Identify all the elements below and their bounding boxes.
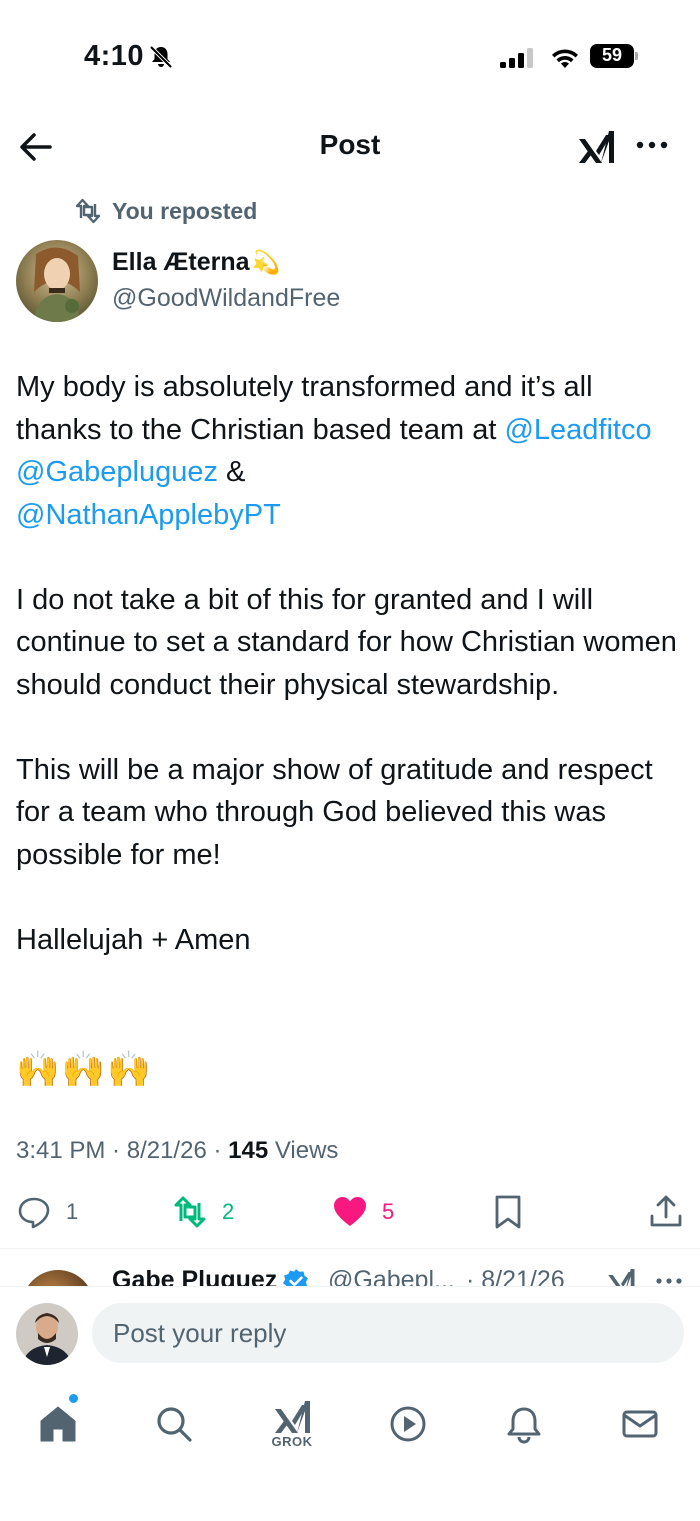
views-count: 145 [228, 1137, 269, 1164]
repost-button[interactable]: 2 [172, 1194, 234, 1230]
reply-author-name[interactable]: Gabe Pluguez [112, 1266, 309, 1286]
bookmark-button[interactable] [490, 1194, 526, 1230]
more-options-icon[interactable] [654, 1276, 684, 1286]
mail-icon [622, 1410, 658, 1438]
repost-label: You reposted [112, 197, 258, 224]
post-actions: 1 2 5 [0, 1190, 700, 1236]
mention-leadfitco[interactable]: @Leadfitco [504, 414, 651, 446]
ampersand: & [226, 456, 246, 488]
post-meta: 3:41 PM · 8/21/26 · 145 Views [16, 1137, 339, 1164]
grok-icon[interactable] [606, 1266, 636, 1286]
author-name[interactable]: Ella Æterna 💫 [112, 248, 280, 277]
reply-composer [0, 1286, 700, 1374]
reply-author-avatar[interactable] [22, 1270, 94, 1286]
author-handle[interactable]: @GoodWildandFree [112, 284, 340, 313]
reply-button[interactable]: 1 [16, 1194, 78, 1230]
battery-indicator: 59 [590, 44, 638, 70]
post-emoji-row: 🙌 🙌 🙌 [16, 1050, 151, 1090]
divider [0, 1248, 700, 1249]
reply-author-name-text: Gabe Pluguez [112, 1266, 278, 1286]
author-name-text: Ella Æterna [112, 248, 250, 276]
battery-level: 59 [601, 45, 623, 65]
reply-count: 1 [66, 1199, 79, 1224]
status-time: 4:10 [84, 40, 145, 72]
reply-preview[interactable]: Gabe Pluguez @Gabepl... · 8/21/26 [0, 1252, 700, 1286]
post-time: 3:41 PM [16, 1137, 106, 1164]
verified-badge-icon [283, 1268, 309, 1286]
grok-icon [275, 1401, 310, 1433]
play-icon [390, 1406, 426, 1442]
more-options-icon[interactable] [634, 131, 670, 159]
raising-hands-emoji: 🙌 [16, 1050, 60, 1089]
post-paragraph-2: I do not take a bit of this for granted … [16, 583, 677, 701]
cellular-signal-icon [500, 48, 533, 68]
reply-preview-content: Gabe Pluguez @Gabepl... · 8/21/26 [0, 1266, 700, 1286]
reply-date: · 8/21/26 [466, 1266, 565, 1286]
author-avatar[interactable] [16, 240, 98, 322]
mention-gabepluguez[interactable]: @Gabepluguez [16, 456, 218, 488]
grok-tab-label: GROK [271, 1434, 313, 1449]
share-icon [650, 1195, 682, 1227]
notification-dot [68, 1393, 79, 1404]
wifi-icon [552, 49, 578, 68]
tab-video[interactable] [378, 1394, 438, 1454]
tab-messages[interactable] [610, 1394, 670, 1454]
back-arrow-icon[interactable] [16, 129, 56, 165]
current-user-avatar[interactable] [16, 1303, 78, 1365]
post-paragraph-4: Hallelujah + Amen [16, 923, 251, 956]
status-bar: 4:10 59 [0, 0, 700, 110]
battery-cap [635, 52, 638, 60]
home-icon [40, 1406, 76, 1442]
mention-nathanapplebypt[interactable]: @NathanApplebyPT [16, 499, 281, 531]
bottom-tab-bar: GROK [0, 1374, 700, 1521]
bookmark-icon [495, 1195, 521, 1229]
post-paragraph-3: This will be a major show of gratitude a… [16, 753, 653, 871]
repost-count: 2 [222, 1199, 235, 1224]
post-date: 8/21/26 [126, 1137, 207, 1164]
like-button[interactable]: 5 [332, 1194, 394, 1230]
post-text: My body is absolutely transformed and it… [16, 366, 684, 1004]
repost-icon [75, 198, 101, 224]
heart-icon [334, 1197, 366, 1226]
raising-hands-emoji: 🙌 [107, 1050, 151, 1089]
reply-icon [18, 1197, 50, 1229]
search-icon [157, 1407, 192, 1442]
tab-home[interactable] [28, 1394, 88, 1454]
share-button[interactable] [648, 1194, 684, 1230]
nav-bar: Post [0, 115, 700, 179]
grok-icon[interactable] [576, 127, 616, 167]
reply-input[interactable] [92, 1303, 684, 1363]
like-count: 5 [382, 1199, 395, 1224]
tab-search[interactable] [144, 1394, 204, 1454]
tab-notifications[interactable] [494, 1394, 554, 1454]
views-label[interactable]: Views [275, 1137, 339, 1164]
repost-icon [174, 1196, 206, 1228]
bell-icon [507, 1407, 541, 1444]
repost-indicator: You reposted [74, 196, 257, 226]
post-paragraph-1: My body is absolutely transformed and it… [16, 366, 684, 536]
dizzy-emoji: 💫 [251, 249, 281, 275]
reply-author-handle: @Gabepl... [328, 1266, 455, 1286]
raising-hands-emoji: 🙌 [61, 1050, 106, 1089]
bell-slash-icon [149, 45, 173, 69]
